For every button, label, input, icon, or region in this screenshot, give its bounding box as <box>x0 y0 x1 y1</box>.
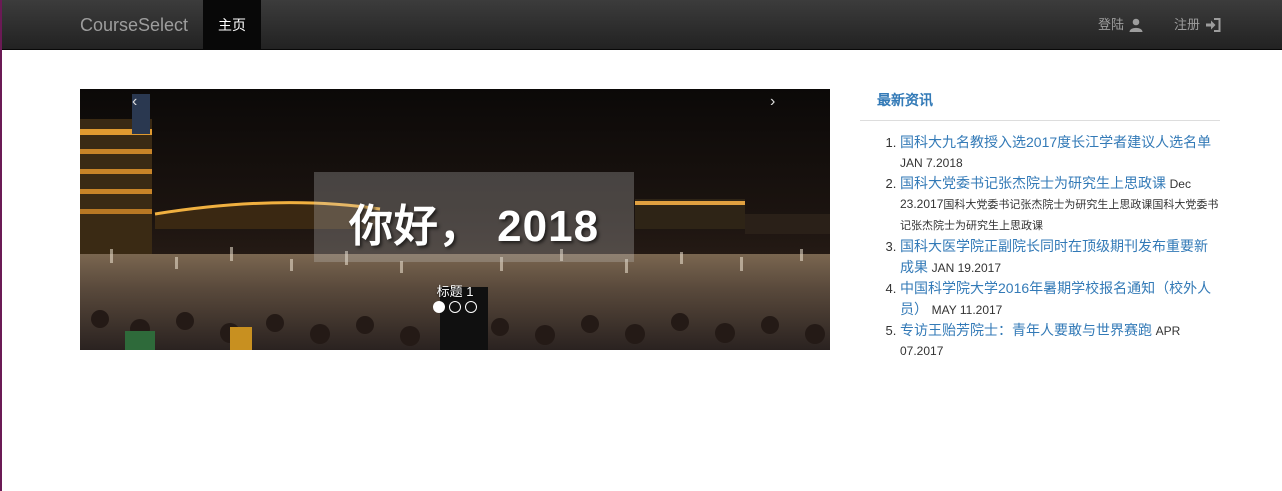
navbar: CourseSelect 主页 登陆 注册 <box>2 0 1282 50</box>
indicator-dot-1[interactable] <box>433 301 445 313</box>
register-link[interactable]: 注册 <box>1174 0 1221 50</box>
login-enter-icon <box>1205 18 1221 32</box>
login-link[interactable]: 登陆 <box>1098 0 1143 50</box>
login-label: 登陆 <box>1098 17 1125 32</box>
news-item: 国科大党委书记张杰院士为研究生上思政课 Dec 23.2017国科大党委书记张杰… <box>900 173 1220 236</box>
carousel-next-arrow[interactable]: › <box>770 93 775 111</box>
news-item: 中国科学院大学2016年暑期学校报名通知（校外人员） MAY 11.2017 <box>900 278 1220 320</box>
slide-caption: 标题 1 <box>436 284 474 299</box>
news-date: JAN 7.2018 <box>900 156 963 170</box>
news-description: 国科大党委书记张杰院士为研究生上思政课国科大党委书记张杰院士为研究生上思政课 <box>900 199 1219 232</box>
news-date: JAN 19.2017 <box>931 261 1002 275</box>
news-link[interactable]: 专访王贻芳院士：青年人要敢与世界赛跑 <box>900 322 1152 338</box>
news-link[interactable]: 国科大九名教授入选2017度长江学者建议人选名单 <box>900 134 1211 150</box>
indicator-dot-3[interactable] <box>465 301 477 313</box>
slide-image-text: 你好， 2018 <box>348 202 600 251</box>
nav-item-home[interactable]: 主页 <box>203 0 261 50</box>
news-date: MAY 11.2017 <box>931 303 1003 317</box>
news-item: 国科大九名教授入选2017度长江学者建议人选名单 JAN 7.2018 <box>900 132 1220 173</box>
news-list: 国科大九名教授入选2017度长江学者建议人选名单 JAN 7.2018 国科大党… <box>860 132 1220 361</box>
news-panel: 最新资讯 国科大九名教授入选2017度长江学者建议人选名单 JAN 7.2018… <box>860 80 1220 361</box>
window-edge <box>0 0 2 491</box>
brand-link[interactable]: CourseSelect <box>80 0 188 50</box>
news-item: 专访王贻芳院士：青年人要敢与世界赛跑 APR 07.2017 <box>900 320 1220 361</box>
news-heading: 最新资讯 <box>860 80 1220 121</box>
indicator-dot-2[interactable] <box>449 301 461 313</box>
news-link[interactable]: 国科大党委书记张杰院士为研究生上思政课 <box>900 175 1166 191</box>
carousel: 你好， 2018 ‹ › 标题 1 <box>80 89 830 350</box>
user-icon <box>1129 18 1143 32</box>
carousel-indicators <box>433 301 477 313</box>
news-item: 国科大医学院正副院长同时在顶级期刊发布重要新成果 JAN 19.2017 <box>900 236 1220 278</box>
carousel-prev-arrow[interactable]: ‹ <box>132 93 137 111</box>
register-label: 注册 <box>1174 17 1201 32</box>
